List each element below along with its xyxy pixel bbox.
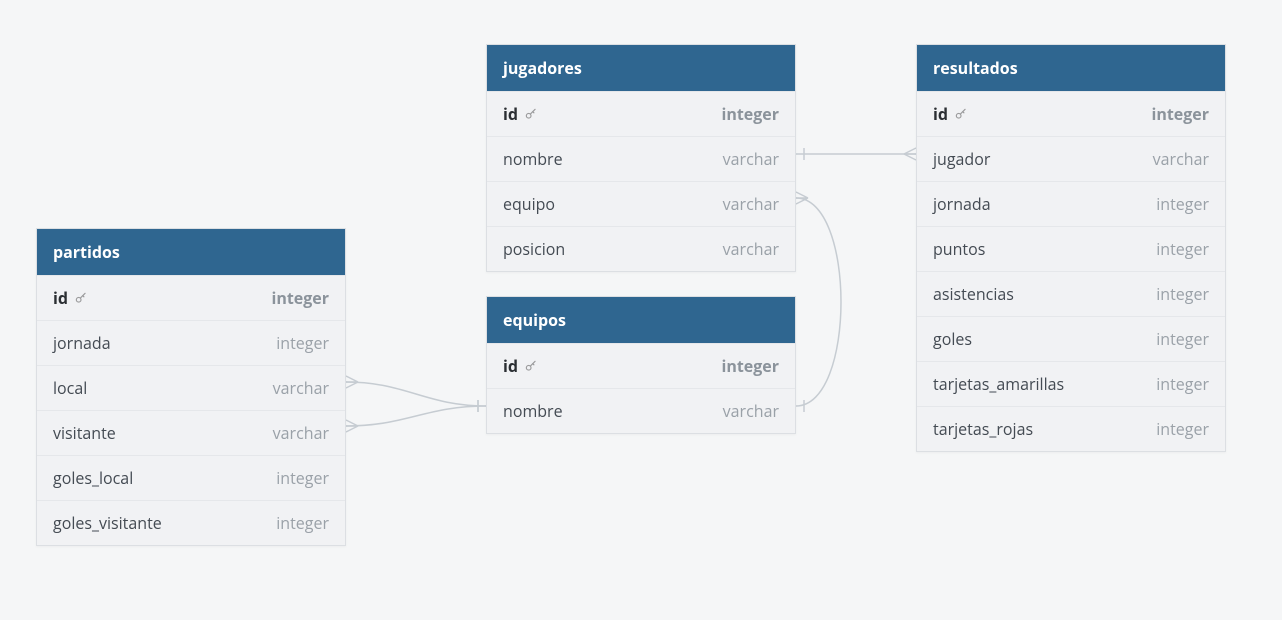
column-type: integer xyxy=(721,355,779,377)
column-type: varchar xyxy=(273,422,329,444)
column-type: integer xyxy=(276,512,329,534)
column-name: id xyxy=(53,287,88,309)
column-name: goles_local xyxy=(53,467,133,489)
column-type: integer xyxy=(1156,418,1209,440)
column-type: varchar xyxy=(723,400,779,422)
column-type: varchar xyxy=(273,377,329,399)
column-name: id xyxy=(503,103,538,125)
column-jugadores-id: id integer xyxy=(487,91,795,136)
table-equipos[interactable]: equipos id integer nombre varchar xyxy=(486,296,796,434)
column-type: integer xyxy=(1156,283,1209,305)
column-partidos-goles_visitante: goles_visitante integer xyxy=(37,500,345,545)
column-resultados-id: id integer xyxy=(917,91,1225,136)
column-type: varchar xyxy=(723,148,779,170)
column-resultados-goles: goles integer xyxy=(917,316,1225,361)
column-resultados-asistencias: asistencias integer xyxy=(917,271,1225,316)
column-jugadores-equipo: equipo varchar xyxy=(487,181,795,226)
table-header-jugadores: jugadores xyxy=(487,45,795,91)
column-resultados-jornada: jornada integer xyxy=(917,181,1225,226)
column-name: posicion xyxy=(503,238,565,260)
column-partidos-jornada: jornada integer xyxy=(37,320,345,365)
column-name: nombre xyxy=(503,148,563,170)
column-name: id xyxy=(933,103,968,125)
table-resultados[interactable]: resultados id integer jugador varchar jornada… xyxy=(916,44,1226,452)
column-name: nombre xyxy=(503,400,563,422)
column-type: integer xyxy=(276,332,329,354)
column-type: integer xyxy=(276,467,329,489)
column-type: integer xyxy=(271,287,329,309)
table-header-partidos: partidos xyxy=(37,229,345,275)
column-resultados-tarjetas_rojas: tarjetas_rojas integer xyxy=(917,406,1225,451)
column-name: tarjetas_amarillas xyxy=(933,373,1064,395)
column-type: integer xyxy=(1156,328,1209,350)
column-name: asistencias xyxy=(933,283,1014,305)
column-jugadores-nombre: nombre varchar xyxy=(487,136,795,181)
table-jugadores[interactable]: jugadores id integer nombre varchar equipo var… xyxy=(486,44,796,272)
column-type: integer xyxy=(1156,238,1209,260)
column-name: puntos xyxy=(933,238,985,260)
column-name: jornada xyxy=(53,332,111,354)
column-name: local xyxy=(53,377,87,399)
column-partidos-id: id integer xyxy=(37,275,345,320)
column-resultados-tarjetas_amarillas: tarjetas_amarillas integer xyxy=(917,361,1225,406)
column-type: varchar xyxy=(1153,148,1209,170)
column-name: goles xyxy=(933,328,972,350)
column-resultados-jugador: jugador varchar xyxy=(917,136,1225,181)
column-type: integer xyxy=(721,103,779,125)
table-header-resultados: resultados xyxy=(917,45,1225,91)
column-type: varchar xyxy=(723,193,779,215)
column-partidos-goles_local: goles_local integer xyxy=(37,455,345,500)
column-partidos-visitante: visitante varchar xyxy=(37,410,345,455)
column-name: equipo xyxy=(503,193,555,215)
column-name: visitante xyxy=(53,422,116,444)
column-name: goles_visitante xyxy=(53,512,162,534)
column-equipos-id: id integer xyxy=(487,343,795,388)
column-jugadores-posicion: posicion varchar xyxy=(487,226,795,271)
column-name: jugador xyxy=(933,148,990,170)
column-name: id xyxy=(503,355,538,377)
column-type: integer xyxy=(1156,373,1209,395)
table-partidos[interactable]: partidos id integer jornada integer local varc… xyxy=(36,228,346,546)
column-resultados-puntos: puntos integer xyxy=(917,226,1225,271)
column-type: integer xyxy=(1156,193,1209,215)
column-name: tarjetas_rojas xyxy=(933,418,1033,440)
table-header-equipos: equipos xyxy=(487,297,795,343)
column-equipos-nombre: nombre varchar xyxy=(487,388,795,433)
column-name: jornada xyxy=(933,193,991,215)
column-type: integer xyxy=(1151,103,1209,125)
column-type: varchar xyxy=(723,238,779,260)
column-partidos-local: local varchar xyxy=(37,365,345,410)
